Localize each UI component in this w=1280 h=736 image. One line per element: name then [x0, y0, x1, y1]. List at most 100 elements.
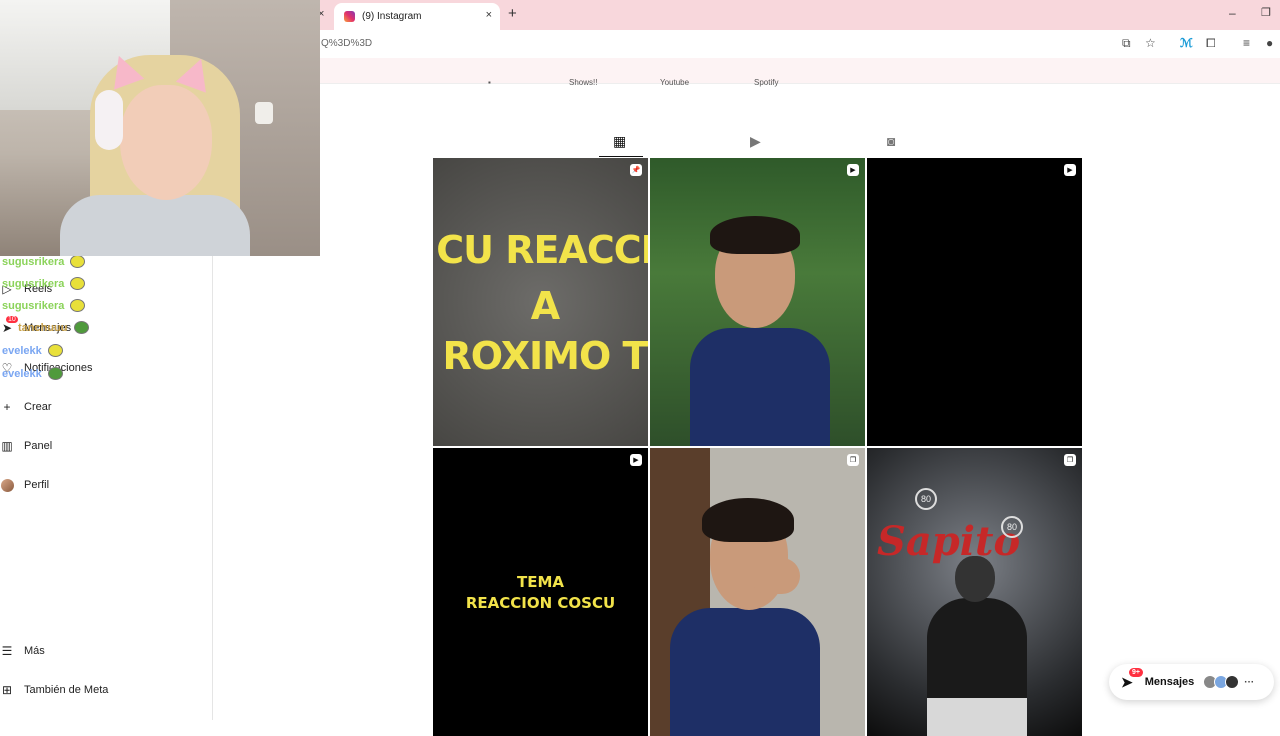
avatar — [0, 478, 14, 492]
profile-avatar-icon[interactable]: ● — [1266, 36, 1273, 50]
reel-icon: ▶ — [847, 164, 859, 176]
post-person-shirt — [670, 608, 820, 736]
sidebar-item-perfil[interactable]: Perfil — [0, 478, 49, 492]
chat-message: sugusrikera — [2, 255, 86, 268]
webcam-lamp — [255, 102, 273, 124]
sidebar-item-tambien-de-meta[interactable]: ⊞ También de Meta — [0, 683, 108, 697]
carousel-icon: ❐ — [1064, 454, 1076, 466]
menu-icon: ☰ — [1, 644, 13, 658]
post-thumbnail[interactable]: 📌 CU REACCI A ROXIMO T — [433, 158, 648, 446]
highlight-cut-icon: ▪ — [488, 78, 491, 87]
messages-pill[interactable]: ➤ 9+ Mensajes ··· — [1109, 664, 1274, 700]
chat-username: tanchuuu — [18, 321, 68, 334]
post-person-cap — [955, 556, 995, 602]
webcam-overlay — [0, 0, 320, 256]
chat-username: sugusrikera — [2, 299, 65, 312]
plus-icon: + — [3, 400, 11, 414]
streamer-face — [120, 85, 212, 200]
tab-reels-icon[interactable]: ▶ — [750, 133, 761, 150]
carousel-icon: ❐ — [847, 454, 859, 466]
chat-username: sugusrikera — [2, 255, 65, 268]
chat-message: evelekk — [2, 344, 63, 357]
post-overlay-text: CU REACCI — [436, 228, 648, 272]
avatar-stack — [1203, 675, 1240, 689]
chat-username: sugusrikera — [2, 277, 65, 290]
tab-title: (9) Instagram — [362, 11, 422, 22]
chat-message: sugusrikera — [2, 299, 86, 312]
chat-message: tanchuuu — [18, 321, 89, 334]
highlight-label[interactable]: Spotify — [754, 78, 778, 87]
new-tab-button[interactable]: + — [508, 5, 517, 22]
post-thumbnail[interactable]: ▶ — [867, 158, 1082, 446]
frog-emote-icon — [47, 367, 63, 380]
instagram-favicon-icon — [344, 11, 355, 22]
tab-close-icon[interactable]: × — [486, 9, 492, 21]
extensions-puzzle-icon[interactable]: ⧠ — [1206, 36, 1216, 51]
profile-avatar-wrap — [0, 478, 14, 492]
chat-message: evelekk — [2, 367, 63, 380]
post-thumbnail[interactable]: ❐ — [650, 448, 865, 736]
sidebar-item-label: Crear — [24, 401, 52, 413]
meta-grid-icon: ⊞ — [1, 683, 13, 697]
sign-number: 80 — [915, 488, 937, 510]
bookmark-star-icon[interactable]: ☆ — [1145, 36, 1156, 50]
post-person-shorts — [927, 698, 1027, 736]
sign-text: Sapito — [877, 518, 1021, 565]
chat-username: evelekk — [2, 367, 42, 380]
emote-icon — [47, 344, 63, 357]
sidebar-item-label: Perfil — [24, 479, 50, 491]
emote-icon — [70, 255, 86, 268]
streamer-shirt — [60, 195, 250, 256]
tab-instagram[interactable]: (9) Instagram × — [334, 3, 500, 30]
active-tab-indicator — [599, 156, 643, 157]
pin-icon: 📌 — [630, 164, 642, 176]
emote-icon — [70, 277, 86, 290]
headphones-icon — [95, 90, 123, 150]
post-text-line: REACCION COSCU — [465, 594, 616, 612]
url-text[interactable]: Q%3D%3D — [321, 38, 372, 49]
post-person-shirt — [927, 598, 1027, 698]
highlight-label[interactable]: Youtube — [660, 78, 689, 87]
sidebar-item-mas[interactable]: ☰ Más — [0, 644, 45, 658]
avatar — [1225, 675, 1240, 689]
messenger-icon: ➤ 9+ — [1121, 667, 1143, 691]
more-icon[interactable]: ··· — [1244, 677, 1254, 688]
minimize-button[interactable]: – — [1229, 6, 1236, 20]
post-thumbnail[interactable]: ▶ — [650, 158, 865, 446]
post-person-hair — [710, 216, 800, 254]
panel-icon: ▥ — [1, 439, 13, 453]
messenger-icon: ➤ 10 — [1, 316, 18, 335]
post-overlay-text: A — [530, 284, 560, 328]
post-overlay-text: ROXIMO T — [442, 334, 648, 378]
reel-icon: ▶ — [630, 454, 642, 466]
sidebar-item-label: Más — [24, 645, 45, 657]
tab-tagged-icon[interactable]: ◙ — [887, 133, 895, 149]
sign-number: 80 — [1001, 516, 1023, 538]
highlight-label[interactable]: Shows!! — [569, 78, 597, 87]
messages-badge: 10 — [6, 316, 18, 323]
frog-emote-icon — [73, 321, 89, 334]
sidebar-item-panel[interactable]: ▥ Panel — [0, 439, 52, 453]
messages-badge: 9+ — [1129, 667, 1143, 677]
chat-message: sugusrikera — [2, 277, 86, 290]
restore-button[interactable]: ❐ — [1261, 6, 1271, 19]
post-person-hair — [702, 498, 794, 542]
chat-username: evelekk — [2, 344, 42, 357]
post-thumbnail[interactable]: ❐ Sapito 80 80 — [867, 448, 1082, 736]
post-person-shirt — [690, 328, 830, 446]
messages-label: Mensajes — [1144, 676, 1195, 688]
post-person-hand — [750, 558, 800, 594]
post-thumbnail[interactable]: ▶ TEMA REACCION COSCU — [433, 448, 648, 736]
post-overlay-text: TEMA REACCION COSCU — [433, 572, 648, 614]
emote-icon — [70, 299, 86, 312]
tab-posts-grid-icon[interactable]: ▦ — [613, 133, 626, 150]
sidebar-item-label: Panel — [24, 440, 53, 452]
extension-icon[interactable]: ℳ — [1180, 36, 1193, 50]
sidebar-item-label: También de Meta — [24, 684, 109, 696]
install-app-icon[interactable]: ⧉ — [1122, 36, 1131, 51]
reel-icon: ▶ — [1064, 164, 1076, 176]
post-text-line: TEMA — [516, 573, 564, 591]
sidebar-item-crear[interactable]: + Crear — [0, 400, 52, 414]
posts-grid: 📌 CU REACCI A ROXIMO T ▶ ▶ ▶ TEMA REACCI… — [433, 158, 1083, 736]
media-control-icon[interactable]: ≡ — [1243, 36, 1250, 50]
